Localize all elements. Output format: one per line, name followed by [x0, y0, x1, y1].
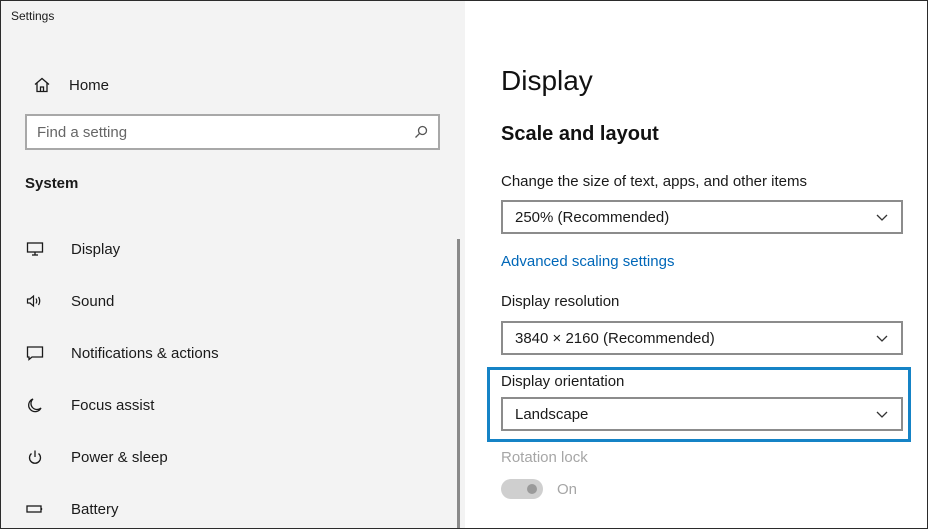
- orientation-dropdown-value: Landscape: [515, 405, 589, 423]
- scale-dropdown[interactable]: 250% (Recommended): [501, 200, 903, 234]
- search-input[interactable]: [37, 123, 387, 141]
- home-icon: [33, 76, 51, 94]
- sidebar-item-label: Display: [71, 240, 121, 258]
- app-title: Settings: [11, 9, 55, 23]
- advanced-scaling-link[interactable]: Advanced scaling settings: [501, 253, 674, 270]
- sidebar-item-display[interactable]: Display: [25, 223, 445, 275]
- main-content: Display Scale and layout Change the size…: [465, 1, 927, 528]
- rotation-lock-state: On: [557, 480, 578, 498]
- sidebar-nav: Display Sound Notifications & actions Fo…: [25, 223, 445, 528]
- rotation-lock-label: Rotation lock: [501, 449, 588, 466]
- page-title: Display: [501, 65, 593, 96]
- settings-window: Settings Home System: [0, 0, 928, 529]
- home-label: Home: [69, 76, 110, 94]
- sidebar-item-label: Power & sleep: [71, 448, 168, 466]
- scale-dropdown-value: 250% (Recommended): [515, 208, 670, 226]
- scale-label: Change the size of text, apps, and other…: [501, 173, 808, 190]
- sidebar-item-label: Notifications & actions: [71, 344, 219, 362]
- sidebar-item-label: Sound: [71, 292, 115, 310]
- moon-icon: [25, 395, 45, 415]
- search-icon[interactable]: [414, 125, 428, 139]
- section-heading-system: System: [25, 175, 79, 192]
- sidebar: Settings Home System: [1, 1, 465, 528]
- sidebar-item-sound[interactable]: Sound: [25, 275, 445, 327]
- speaker-icon: [25, 291, 45, 311]
- orientation-dropdown[interactable]: Landscape: [501, 397, 903, 431]
- sidebar-item-label: Battery: [71, 500, 119, 518]
- resolution-label: Display resolution: [501, 293, 620, 310]
- resolution-dropdown-value: 3840 × 2160 (Recommended): [515, 329, 715, 347]
- rotation-lock-toggle[interactable]: [501, 479, 543, 499]
- section-title: Scale and layout: [501, 123, 659, 145]
- sidebar-item-label: Focus assist: [71, 396, 155, 414]
- monitor-icon: [25, 239, 45, 259]
- power-icon: [25, 447, 45, 467]
- sidebar-item-focus-assist[interactable]: Focus assist: [25, 379, 445, 431]
- search-box[interactable]: [25, 114, 440, 150]
- resolution-dropdown[interactable]: 3840 × 2160 (Recommended): [501, 321, 903, 355]
- home-nav-item[interactable]: Home: [33, 73, 109, 97]
- rotation-lock-row: On: [501, 479, 577, 499]
- chevron-down-icon: [875, 407, 889, 421]
- toggle-knob: [527, 484, 537, 494]
- sidebar-item-power-sleep[interactable]: Power & sleep: [25, 431, 445, 483]
- chevron-down-icon: [875, 331, 889, 345]
- battery-icon: [25, 499, 45, 519]
- sidebar-scrollbar[interactable]: [457, 239, 460, 528]
- sidebar-item-notifications[interactable]: Notifications & actions: [25, 327, 445, 379]
- chevron-down-icon: [875, 210, 889, 224]
- sidebar-item-battery[interactable]: Battery: [25, 483, 445, 528]
- orientation-label: Display orientation: [501, 373, 625, 390]
- notification-icon: [25, 343, 45, 363]
